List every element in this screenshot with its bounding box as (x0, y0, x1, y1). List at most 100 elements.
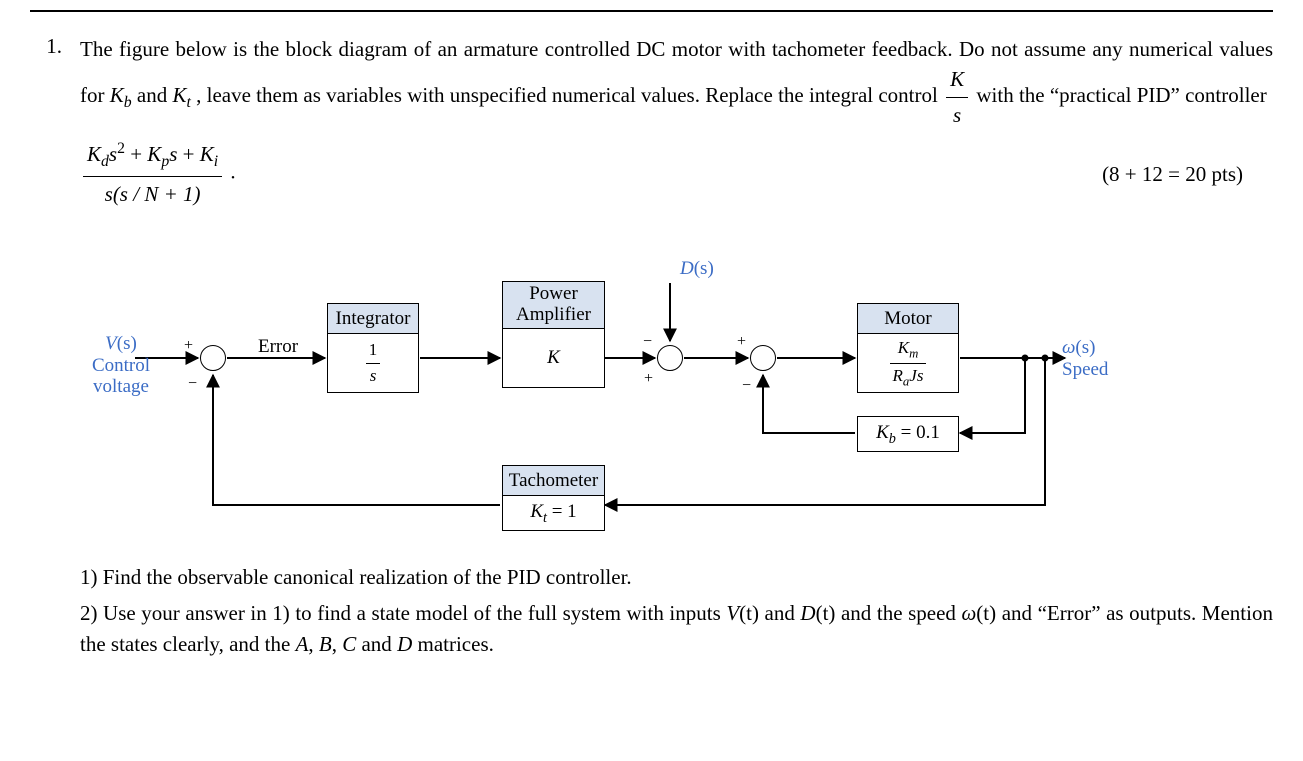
integrator-body: 1 s (328, 334, 418, 392)
problem-container: 1. The figure below is the block diagram… (30, 34, 1273, 665)
kb-sub: b (124, 94, 132, 111)
disturbance-label: D(s) (680, 258, 714, 280)
input-control: Control (92, 355, 150, 376)
q2-comma2: , (332, 632, 343, 656)
integrator-num: 1 (366, 338, 381, 364)
block-diagram: V(s) Control voltage + − Error Integrato… (80, 238, 1110, 538)
q2-dt: (t) (816, 601, 836, 625)
subproblem-2: 2) Use your answer in 1) to find a state… (80, 598, 1273, 659)
sum2-plus: + (644, 367, 653, 390)
q2-ot: (t) (976, 601, 996, 625)
input-v: V (105, 333, 117, 354)
pid-kd: K (87, 142, 101, 166)
summer-3 (750, 345, 776, 371)
pid-s2: s (109, 142, 117, 166)
q2-comma1: , (308, 632, 319, 656)
motor-s: s (917, 366, 924, 385)
pid-ki: K (200, 142, 214, 166)
motor-title: Motor (858, 304, 958, 335)
tacho-eq: = 1 (547, 501, 577, 522)
sum2-minus: − (643, 330, 652, 353)
summer-1 (200, 345, 226, 371)
error-label: Error (258, 336, 298, 358)
pid-exp: 2 (117, 140, 125, 157)
q2-vt: (t) (739, 601, 759, 625)
backemf-k: K (876, 422, 889, 443)
integral-num: K (946, 64, 968, 97)
amplifier-body: K (503, 329, 604, 387)
subproblems: 1) Find the observable canonical realiza… (80, 562, 1273, 659)
disturb-ds: (s) (694, 258, 714, 279)
pid-kp-sub: p (161, 154, 169, 171)
output-label: ω(s) Speed (1062, 337, 1108, 381)
q2-d: D (800, 601, 815, 625)
motor-km: K (898, 338, 909, 357)
kt-var: K (172, 83, 186, 107)
q2-B: B (319, 632, 332, 656)
pid-plus1: + (125, 142, 147, 166)
tachometer-block: Tachometer Kt = 1 (502, 465, 605, 532)
backemf-eq: = 0.1 (896, 422, 940, 443)
subproblem-1: 1) Find the observable canonical realiza… (80, 562, 1273, 592)
output-omega: ω (1062, 337, 1075, 358)
q2-C: C (342, 632, 356, 656)
integral-den: s (946, 98, 968, 130)
output-speed: Speed (1062, 359, 1108, 380)
motor-frac: Km RaJs (890, 336, 927, 391)
q2-v: V (726, 601, 739, 625)
q2-b: and the speed (835, 601, 961, 625)
pid-kp: K (147, 142, 161, 166)
sum1-minus: − (188, 372, 197, 395)
pid-period: . (230, 160, 235, 184)
amplifier-block: Power Amplifier K (502, 281, 605, 388)
output-omegas: (s) (1075, 337, 1095, 358)
input-label: V(s) Control voltage (86, 333, 156, 399)
summer-2 (657, 345, 683, 371)
pid-expression: Kds2 + Kps + Ki s(s / N + 1) . (80, 138, 236, 209)
pid-ki-sub: i (214, 154, 218, 171)
and-text: and (137, 83, 173, 107)
integrator-frac: 1 s (366, 338, 381, 388)
horizontal-rule (30, 10, 1273, 12)
pid-kd-sub: d (101, 154, 109, 171)
motor-num: Km (890, 336, 927, 364)
motor-ra: R (893, 366, 903, 385)
intro-paragraph: The figure below is the block diagram of… (80, 34, 1273, 130)
pid-numerator: Kds2 + Kps + Ki (83, 138, 222, 177)
pid-fraction: Kds2 + Kps + Ki s(s / N + 1) (80, 138, 225, 209)
amp-k: K (547, 344, 560, 372)
motor-den: RaJs (890, 364, 927, 391)
q2-omega: ω (961, 601, 976, 625)
q2-D: D (397, 632, 412, 656)
input-vs: (s) (117, 333, 137, 354)
intro-text-2: , leave them as variables with unspecifi… (196, 83, 943, 107)
integral-fraction: K s (943, 64, 971, 130)
amplifier-title: Power Amplifier (503, 282, 604, 329)
motor-block: Motor Km RaJs (857, 303, 959, 394)
motor-j: J (909, 366, 917, 385)
backemf-body: Kb = 0.1 (858, 417, 958, 451)
integrator-den: s (366, 364, 381, 389)
problem-body: The figure below is the block diagram of… (80, 34, 1273, 665)
q2-and2: and (356, 632, 397, 656)
tacho-body: Kt = 1 (503, 496, 604, 530)
integrator-block: Integrator 1 s (327, 303, 419, 394)
backemf-block: Kb = 0.1 (857, 416, 959, 452)
q2-and: and (759, 601, 800, 625)
points-label: (8 + 12 = 20 pts) (1102, 159, 1273, 189)
intro-text-3: with the “practical PID” controller (976, 83, 1266, 107)
sum3-plus: + (737, 330, 746, 353)
disturb-d: D (680, 258, 694, 279)
amp-title-2: Amplifier (516, 304, 591, 325)
motor-km-sub: m (909, 346, 918, 360)
integrator-title: Integrator (328, 304, 418, 335)
problem-number: 1. (30, 34, 66, 665)
tacho-k: K (530, 501, 543, 522)
pid-denominator: s(s / N + 1) (83, 177, 222, 209)
amp-title-1: Power (529, 283, 578, 304)
motor-body: Km RaJs (858, 334, 958, 392)
pid-and-points-row: Kds2 + Kps + Ki s(s / N + 1) . (8 + 12 =… (80, 138, 1273, 209)
tacho-title: Tachometer (503, 466, 604, 497)
backemf-sub: b (889, 430, 896, 446)
kb-var: K (110, 83, 124, 107)
